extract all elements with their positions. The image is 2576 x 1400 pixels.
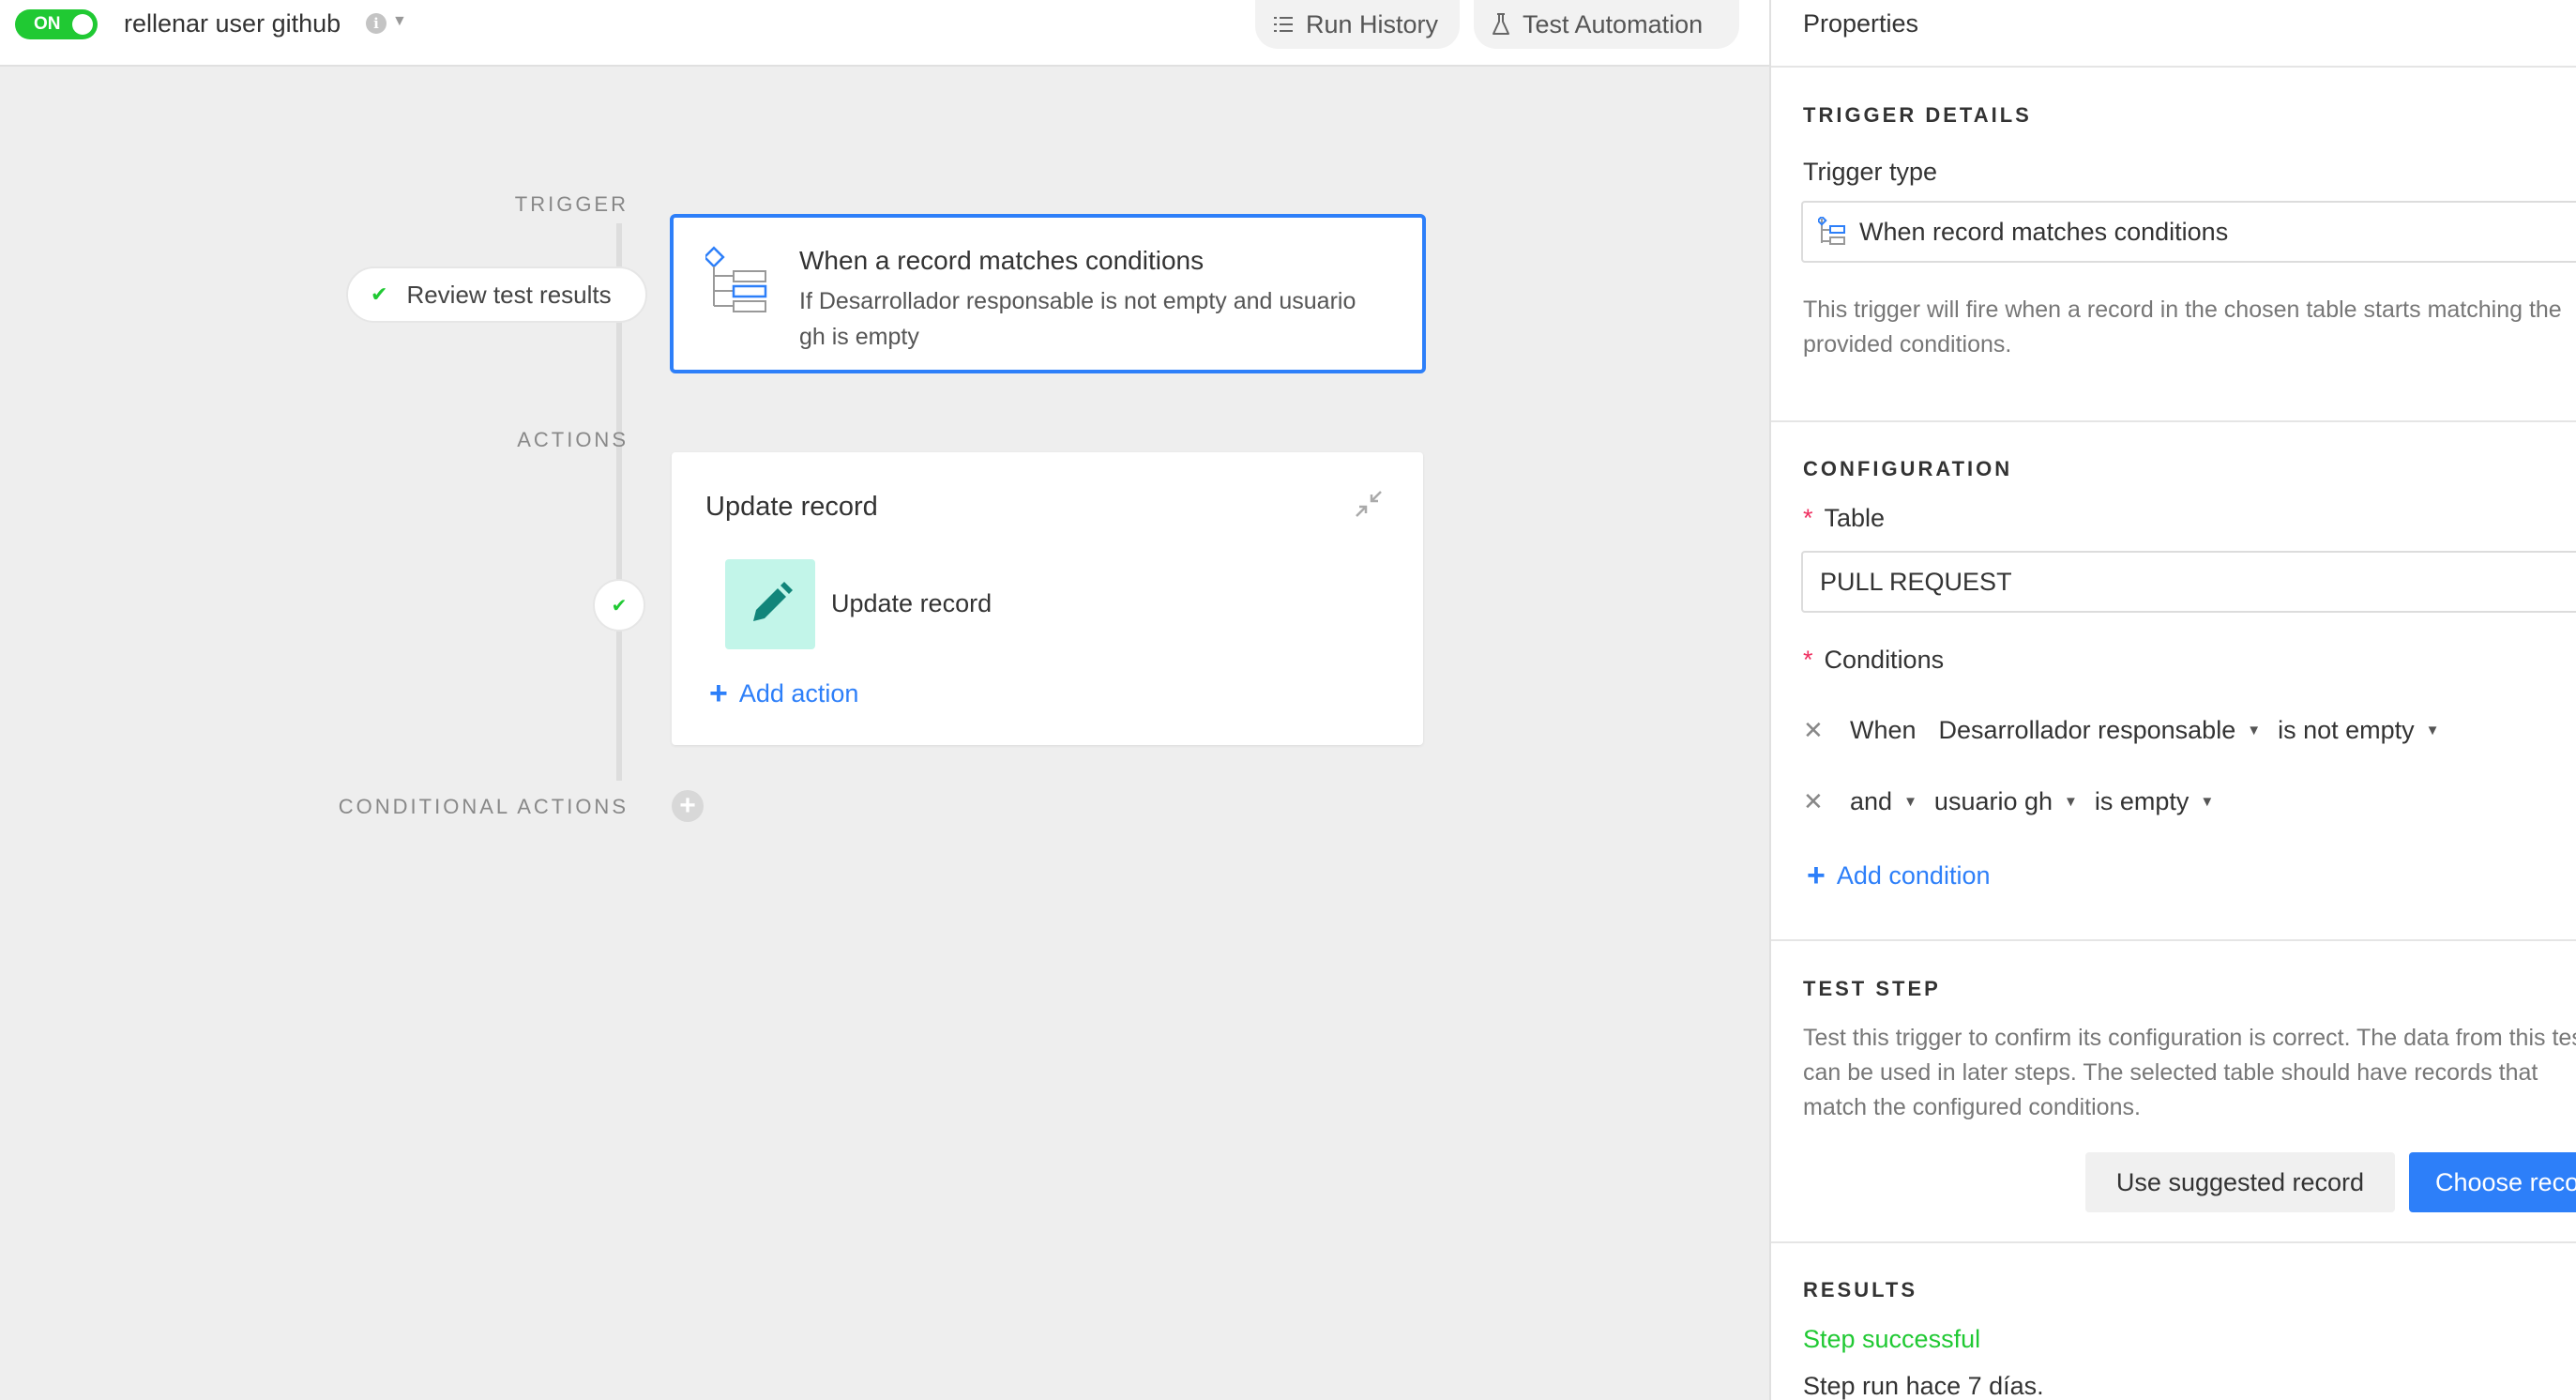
condition-operator-dropdown[interactable]: is not empty ▼ — [2278, 716, 2439, 745]
condition-row: ✕ When Desarrollador responsable ▼ is not… — [1803, 711, 2457, 749]
info-icon[interactable]: i — [366, 13, 386, 34]
divider — [1771, 66, 2576, 68]
divider — [1771, 939, 2576, 941]
update-record-action-label[interactable]: Update record — [831, 589, 992, 618]
automation-name[interactable]: rellenar user github — [124, 9, 341, 38]
chevron-down-icon: ▼ — [2247, 722, 2262, 738]
trigger-section-label: TRIGGER — [514, 192, 629, 216]
trigger-help-text: This trigger will fire when a record in … — [1803, 297, 2562, 358]
conditional-actions-section-label: CONDITIONAL ACTIONS — [338, 795, 629, 818]
configuration-heading: CONFIGURATION — [1803, 457, 2013, 480]
toggle-label: ON — [34, 14, 61, 34]
divider — [1771, 1241, 2576, 1243]
remove-condition-icon[interactable]: ✕ — [1803, 787, 1824, 816]
remove-condition-icon[interactable]: ✕ — [1803, 716, 1824, 745]
conditions-label: * Conditions — [1803, 646, 1944, 675]
use-suggested-record-button[interactable]: Use suggested record — [2085, 1152, 2395, 1212]
review-test-results-button[interactable]: ✔ Review test results — [346, 266, 647, 323]
test-automation-button[interactable]: Test Automation — [1474, 0, 1739, 49]
condition-conjunction: When — [1850, 715, 1917, 744]
required-asterisk: * — [1803, 504, 1813, 532]
top-bar: ON rellenar user github i ▼ Run History … — [0, 0, 1769, 67]
update-record-action-icon[interactable] — [725, 559, 815, 649]
chevron-down-icon[interactable]: ▼ — [392, 13, 407, 30]
condition-conjunction-dropdown[interactable]: and ▼ — [1850, 787, 1917, 816]
actions-section-label: ACTIONS — [517, 428, 629, 451]
trigger-type-label: Trigger type — [1803, 158, 1938, 186]
action-status-check-icon: ✔ — [593, 579, 645, 632]
add-condition-label: Add condition — [1836, 860, 1991, 890]
trigger-type-value: When record matches conditions — [1859, 217, 2229, 246]
condition-row: ✕ and ▼ usuario gh ▼ is empty ▼ — [1803, 783, 2231, 820]
chevron-down-icon: ▼ — [1903, 793, 1917, 810]
chevron-down-icon: ▼ — [2425, 722, 2440, 738]
run-history-button[interactable]: Run History — [1255, 0, 1460, 49]
test-automation-label: Test Automation — [1523, 9, 1704, 38]
run-history-label: Run History — [1306, 9, 1439, 38]
condition-operator-value: is empty — [2094, 786, 2190, 815]
choose-record-button[interactable]: Choose record — [2409, 1152, 2576, 1212]
table-label: * Table — [1803, 504, 1885, 533]
trigger-description: If Desarrollador responsable is not empt… — [799, 288, 1356, 350]
chevron-down-icon: ▼ — [2200, 793, 2215, 810]
review-test-results-label: Review test results — [406, 280, 612, 309]
check-icon: ✔ — [371, 282, 388, 306]
table-select[interactable]: PULL REQUEST — [1801, 551, 2576, 613]
condition-operator-dropdown[interactable]: is empty ▼ — [2095, 787, 2214, 816]
properties-panel: Properties TRIGGER DETAILS Trigger type … — [1769, 0, 2576, 1400]
action-group-card[interactable]: Update record Update record + Add action — [672, 452, 1423, 745]
test-step-help-text: Test this trigger to confirm its configu… — [1803, 1025, 2576, 1120]
table-value: PULL REQUEST — [1820, 567, 2012, 596]
trigger-type-select[interactable]: When record matches conditions — [1801, 201, 2576, 263]
pencil-icon — [753, 582, 793, 621]
condition-field-dropdown[interactable]: usuario gh ▼ — [1934, 787, 2078, 816]
toggle-knob — [72, 14, 93, 35]
condition-field-value: usuario gh — [1933, 786, 2053, 815]
test-step-heading: TEST STEP — [1803, 977, 1941, 1000]
conditions-label-text: Conditions — [1824, 646, 1945, 674]
plus-icon: + — [1807, 858, 1826, 893]
plus-icon: + — [709, 676, 728, 711]
divider — [1771, 420, 2576, 422]
add-conditional-action-plus-icon[interactable]: + — [672, 790, 704, 822]
results-heading: RESULTS — [1803, 1278, 1918, 1301]
step-status: Step successful — [1803, 1325, 1981, 1353]
table-label-text: Table — [1824, 504, 1886, 532]
step-run-time: Step run hace 7 días. — [1803, 1372, 2044, 1400]
trigger-title: When a record matches conditions — [799, 246, 1205, 275]
conditions-tree-icon — [705, 246, 767, 312]
list-icon — [1274, 17, 1293, 32]
condition-field-dropdown[interactable]: Desarrollador responsable ▼ — [1939, 716, 2262, 745]
flask-icon — [1493, 13, 1509, 35]
condition-operator-value: is not empty — [2278, 715, 2415, 744]
condition-conjunction-value: and — [1850, 786, 1893, 815]
action-group-title: Update record — [705, 492, 878, 522]
automation-on-toggle[interactable]: ON — [15, 9, 98, 39]
collapse-icon[interactable] — [1355, 490, 1383, 518]
chevron-down-icon: ▼ — [2064, 793, 2078, 810]
trigger-card[interactable]: When a record matches conditions If Desa… — [670, 214, 1426, 373]
condition-field-value: Desarrollador responsable — [1938, 715, 2236, 744]
properties-title: Properties — [1803, 9, 1919, 38]
add-action-button[interactable]: + Add action — [709, 677, 858, 709]
add-action-label: Add action — [738, 678, 859, 708]
conditions-tree-icon — [1818, 217, 1845, 245]
required-asterisk: * — [1803, 646, 1813, 674]
trigger-details-heading: TRIGGER DETAILS — [1803, 103, 2032, 127]
add-condition-button[interactable]: + Add condition — [1807, 860, 1990, 891]
